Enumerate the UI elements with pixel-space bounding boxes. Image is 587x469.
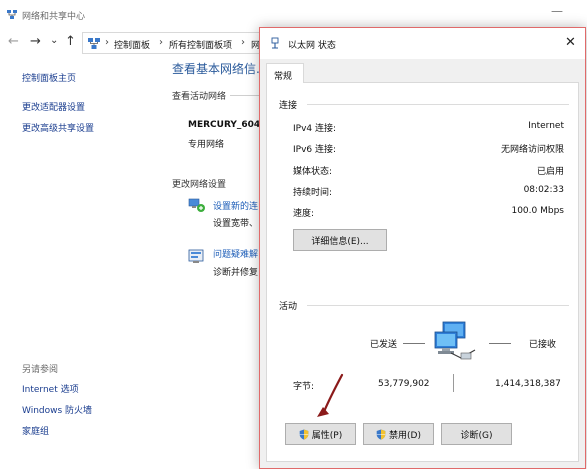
- general-tab-panel: 连接 IPv4 连接: Internet IPv6 连接: 无网络访问权限 媒体…: [266, 82, 579, 462]
- uac-shield-icon: [376, 429, 386, 440]
- breadcrumb-separator: ›: [105, 37, 109, 48]
- details-button-label: 详细信息(E)...: [311, 236, 369, 247]
- diagnose-button-label: 诊断(G): [460, 430, 493, 441]
- disable-button-label: 禁用(D): [389, 430, 421, 441]
- network-type: 专用网络: [188, 140, 225, 150]
- back-arrow-icon[interactable]: ←: [8, 34, 19, 49]
- sidebar-change-adapter-settings[interactable]: 更改适配器设置: [22, 100, 85, 113]
- received-label: 已接收: [529, 340, 557, 350]
- setup-new-connection-desc: 设置宽带、: [213, 219, 259, 229]
- sent-dash: [403, 343, 425, 344]
- divider: [307, 305, 569, 306]
- new-connection-icon: [188, 198, 205, 212]
- ipv6-value: 无网络访问权限: [500, 145, 564, 155]
- speed-label: 速度:: [293, 209, 315, 219]
- media-state-value: 已启用: [536, 167, 564, 177]
- media-state-label: 媒体状态:: [293, 167, 333, 177]
- troubleshoot-link[interactable]: 问题疑难解: [213, 247, 258, 260]
- ipv6-label: IPv6 连接:: [293, 145, 337, 155]
- network-computers-icon: [434, 321, 476, 360]
- speed-value: 100.0 Mbps: [511, 206, 564, 216]
- sent-label: 已发送: [370, 340, 398, 350]
- sidebar-change-advanced-sharing[interactable]: 更改高级共享设置: [22, 121, 94, 134]
- window-title: 网络和共享中心: [22, 12, 86, 22]
- connection-group-header: 连接: [279, 101, 298, 111]
- window-titlebar: 网络和共享中心 —: [0, 0, 587, 30]
- duration-label: 持续时间:: [293, 188, 333, 198]
- up-arrow-icon[interactable]: ↑: [65, 34, 76, 49]
- page-title: 查看基本网络信...: [172, 62, 268, 76]
- forward-arrow-icon[interactable]: →: [30, 34, 41, 49]
- breadcrumb-separator: ›: [241, 37, 245, 48]
- ipv4-label: IPv4 连接:: [293, 124, 337, 134]
- divider: [307, 104, 569, 105]
- troubleshoot-desc: 诊断并修复: [213, 268, 259, 278]
- details-button[interactable]: 详细信息(E)...: [293, 229, 387, 251]
- active-networks-header: 查看活动网络: [172, 92, 227, 102]
- network-icon: [7, 10, 17, 19]
- change-settings-header: 更改网络设置: [172, 180, 227, 190]
- sidebar-windows-firewall[interactable]: Windows 防火墙: [22, 403, 92, 416]
- properties-button[interactable]: 属性(P): [285, 423, 356, 445]
- sidebar-internet-options[interactable]: Internet 选项: [22, 382, 79, 395]
- diagnose-button[interactable]: 诊断(G): [441, 423, 512, 445]
- recent-locations-icon[interactable]: ⌄: [50, 35, 58, 46]
- ethernet-icon: [271, 37, 279, 49]
- dialog-body: 常规 连接 IPv4 连接: Internet IPv6 连接: 无网络访问权限…: [260, 59, 585, 468]
- disable-button[interactable]: 禁用(D): [363, 423, 434, 445]
- ipv4-value: Internet: [528, 121, 564, 131]
- bytes-sent-value: 53,779,902: [378, 379, 430, 389]
- breadcrumb-separator: ›: [159, 37, 163, 48]
- divider: [230, 95, 260, 96]
- sidebar-control-panel-home[interactable]: 控制面板主页: [22, 71, 76, 84]
- network-name: MERCURY_604: [188, 120, 261, 130]
- duration-value: 08:02:33: [523, 185, 564, 195]
- activity-group-header: 活动: [279, 302, 298, 312]
- control-panel-icon: [88, 38, 100, 49]
- properties-button-label: 属性(P): [311, 430, 343, 441]
- breadcrumb-control-panel[interactable]: 控制面板: [114, 38, 150, 51]
- see-also-label: 另请参阅: [22, 365, 59, 375]
- ethernet-status-dialog: 以太网 状态 ✕ 常规 连接 IPv4 连接: Internet IPv6 连接…: [259, 27, 586, 469]
- dialog-titlebar: 以太网 状态 ✕: [260, 28, 585, 59]
- bytes-label: 字节:: [293, 382, 315, 392]
- bytes-received-value: 1,414,318,387: [495, 379, 561, 389]
- close-icon[interactable]: ✕: [565, 35, 576, 50]
- breadcrumb[interactable]: › 控制面板 › 所有控制面板项 › 网: [82, 32, 282, 54]
- minimize-button[interactable]: —: [550, 4, 564, 22]
- received-dash: [489, 343, 511, 344]
- setup-new-connection-link[interactable]: 设置新的连: [213, 199, 258, 212]
- bytes-divider: [453, 374, 454, 392]
- tab-general[interactable]: 常规: [266, 63, 304, 83]
- breadcrumb-all-items[interactable]: 所有控制面板项: [169, 38, 232, 51]
- troubleshoot-icon: [188, 249, 204, 263]
- dialog-title: 以太网 状态: [288, 41, 336, 51]
- sidebar-homegroup[interactable]: 家庭组: [22, 424, 49, 437]
- uac-shield-icon: [299, 429, 309, 440]
